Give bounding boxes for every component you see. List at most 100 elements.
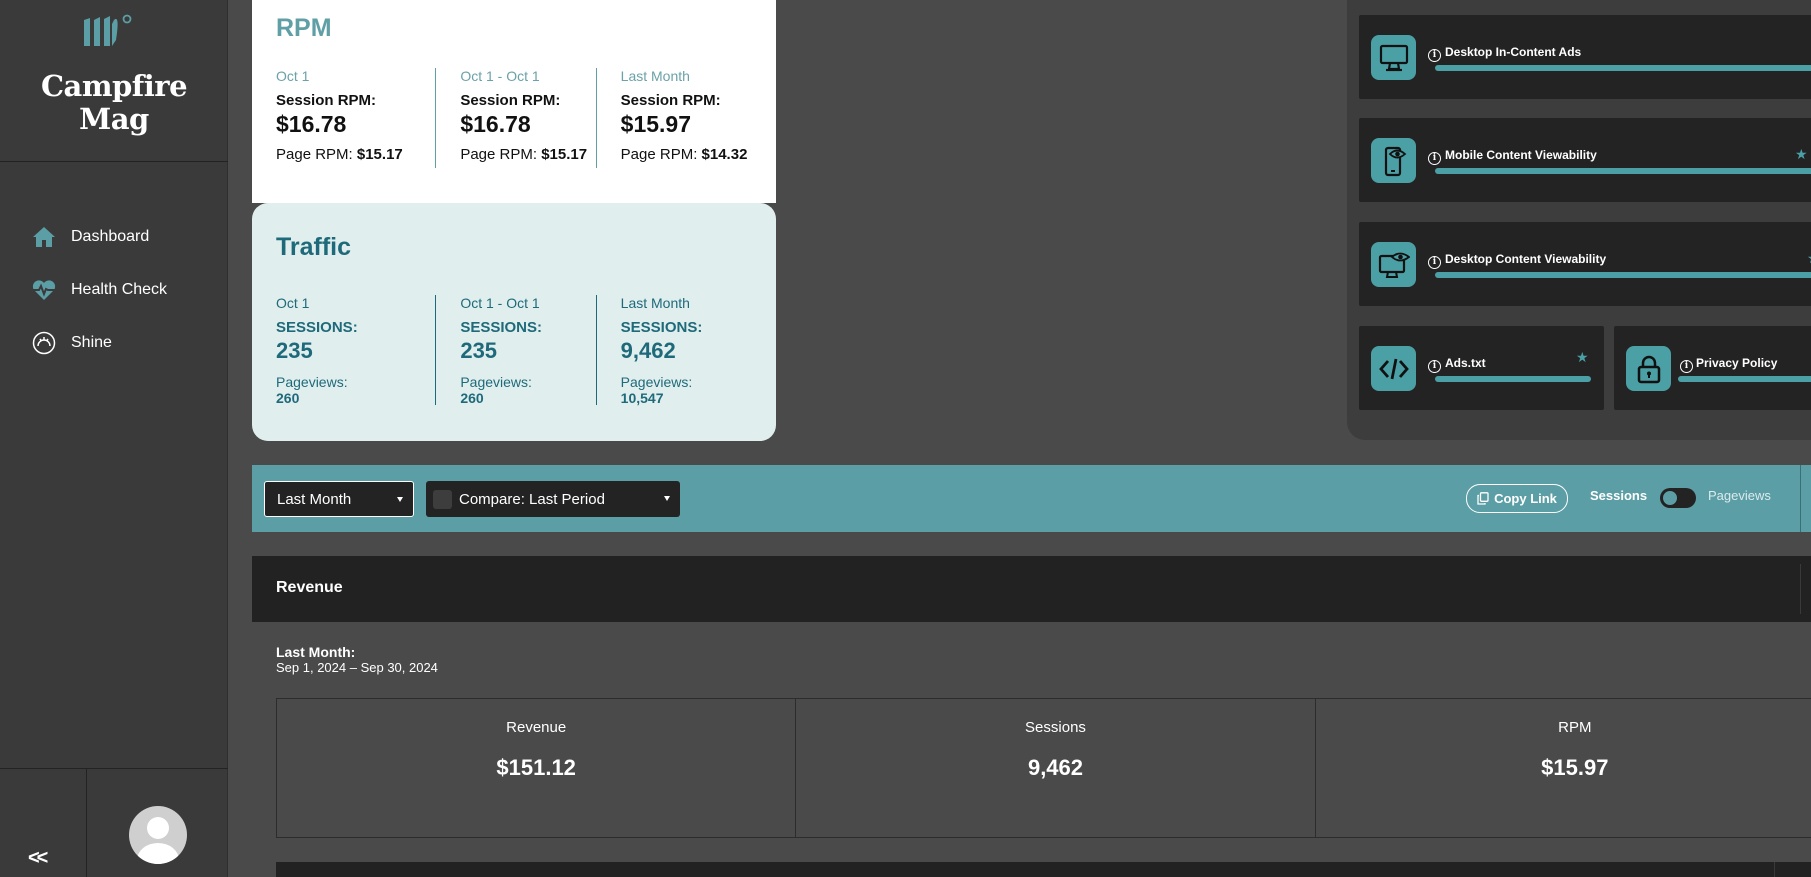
health-item-label: Mobile Content Viewability — [1445, 148, 1597, 162]
health-item-mobile-content-viewability[interactable]: i Mobile Content Viewability ★ — [1359, 118, 1811, 202]
rpm-period: Oct 1 - Oct 1 — [460, 68, 540, 84]
sidebar-footer: << — [0, 768, 228, 877]
rpm-sub: Page RPM: $15.17 — [460, 146, 595, 163]
compare-select[interactable]: Compare: Last Period — [426, 481, 680, 517]
health-progress-bar — [1435, 168, 1811, 174]
traffic-sub-label: Pageviews: — [276, 374, 348, 390]
traffic-period: Last Month — [620, 295, 690, 311]
health-item-label: Ads.txt — [1445, 356, 1486, 370]
traffic-sub-label: Pageviews: — [460, 374, 532, 390]
health-item-label: Desktop In-Content Ads — [1445, 45, 1582, 59]
traffic-columns: Oct 1 SESSIONS: 235 Pageviews: 260 Oct 1… — [276, 295, 756, 406]
lock-icon — [1626, 346, 1671, 391]
sidebar: Campfire Mag Dashboard Health Check Shin… — [0, 0, 228, 877]
traffic-card: Traffic Oct 1 SESSIONS: 235 Pageviews: 2… — [252, 203, 776, 441]
compare-checkbox[interactable] — [433, 489, 452, 509]
rpm-title: RPM — [276, 14, 332, 42]
toggle-label-sessions: Sessions — [1590, 488, 1648, 503]
rpm-column: Oct 1 Session RPM: $16.78 Page RPM: $15.… — [276, 68, 435, 168]
star-icon: ★ — [1795, 146, 1808, 162]
brand-name-line1: Campfire — [40, 69, 188, 103]
sidebar-item-dashboard[interactable]: Dashboard — [0, 210, 228, 263]
health-item-privacy-policy[interactable]: i Privacy Policy — [1614, 326, 1811, 410]
info-icon[interactable]: i — [1428, 360, 1441, 373]
traffic-sub-label: Pageviews: — [620, 374, 693, 390]
user-icon — [137, 817, 179, 864]
traffic-metric-label: SESSIONS: — [460, 319, 543, 336]
rpm-metric-label: Session RPM: — [460, 92, 561, 109]
period-select[interactable]: Last Month — [264, 481, 414, 517]
rpm-sub-value: $15.17 — [356, 146, 403, 163]
compare-select-value: Compare: Last Period — [459, 490, 605, 508]
health-progress-bar — [1435, 376, 1591, 382]
rpm-period: Last Month — [620, 68, 690, 84]
stat-label: RPM — [1558, 719, 1592, 736]
traffic-metric-value: 235 — [460, 338, 498, 363]
info-icon[interactable]: i — [1428, 256, 1441, 269]
rpm-sub-label: Page RPM: — [620, 146, 702, 163]
code-icon — [1371, 346, 1416, 391]
sessions-pageviews-toggle[interactable] — [1660, 488, 1696, 508]
health-progress-bar — [1678, 376, 1811, 382]
traffic-period: Oct 1 — [276, 295, 310, 311]
rpm-metric-value: $15.97 — [620, 111, 692, 137]
star-icon: ★ — [1807, 250, 1811, 267]
stat-label: Sessions — [1025, 719, 1086, 736]
stat-rpm: RPM $15.97 — [1316, 699, 1811, 837]
avatar[interactable] — [129, 806, 187, 864]
sidebar-item-shine[interactable]: Shine — [0, 316, 228, 369]
sidebar-footer-divider — [86, 769, 87, 877]
traffic-column: Oct 1 - Oct 1 SESSIONS: 235 Pageviews: 2… — [435, 295, 595, 406]
brand-name-line2: Mag — [79, 102, 149, 136]
health-item-label: Desktop Content Viewability — [1445, 252, 1607, 266]
rpm-column: Last Month Session RPM: $15.97 Page RPM:… — [595, 68, 756, 168]
stat-value: 9,462 — [1027, 755, 1084, 780]
rpm-metric-value: $16.78 — [460, 111, 531, 137]
info-icon[interactable]: i — [1680, 360, 1693, 373]
toggle-label-pageviews: Pageviews — [1708, 488, 1771, 503]
traffic-sub-value: 260 — [460, 390, 484, 406]
app-page: Campfire Mag Dashboard Health Check Shin… — [0, 0, 1811, 877]
health-item-ads-txt[interactable]: i Ads.txt ★ — [1359, 326, 1604, 410]
sidebar-nav: Dashboard Health Check Shine — [0, 210, 228, 369]
traffic-metric-value: 235 — [276, 338, 313, 363]
rpm-sub-label: Page RPM: — [276, 146, 357, 163]
revenue-period-range: Sep 1, 2024 – Sep 30, 2024 — [276, 660, 438, 675]
health-item-desktop-in-content-ads[interactable]: i Desktop In-Content Ads — [1359, 15, 1811, 99]
shine-icon — [31, 330, 57, 356]
next-section-header — [276, 862, 1811, 877]
period-select-value: Last Month — [277, 490, 352, 508]
stat-sessions: Sessions 9,462 — [796, 699, 1316, 837]
stat-label: Revenue — [506, 719, 567, 736]
stat-revenue: Revenue $151.12 — [277, 699, 797, 837]
traffic-column: Last Month SESSIONS: 9,462 Pageviews: 10… — [595, 295, 756, 406]
star-icon: ★ — [1576, 349, 1589, 365]
rpm-sub: Page RPM: $14.32 — [621, 146, 756, 163]
sidebar-item-health-check[interactable]: Health Check — [0, 263, 228, 316]
info-icon[interactable]: i — [1428, 49, 1441, 62]
heartbeat-icon — [31, 277, 57, 303]
mobile-eye-icon — [1371, 138, 1416, 183]
collapse-sidebar-button[interactable]: << — [28, 847, 48, 870]
info-icon[interactable]: i — [1428, 152, 1441, 165]
health-progress-bar — [1435, 65, 1811, 71]
copy-link-button[interactable]: Copy Link — [1466, 484, 1568, 513]
rpm-sub: Page RPM: $15.17 — [276, 146, 435, 163]
rpm-period: Oct 1 — [276, 68, 310, 84]
brand-logo-icon — [84, 14, 132, 46]
caret-down-icon — [397, 497, 403, 502]
health-item-desktop-content-viewability[interactable]: i Desktop Content Viewability ★ — [1359, 222, 1811, 306]
revenue-stats: Revenue $151.12 Sessions 9,462 RPM $15.9… — [276, 698, 1811, 838]
rpm-sub-value: $15.17 — [541, 146, 588, 163]
traffic-column: Oct 1 SESSIONS: 235 Pageviews: 260 — [276, 295, 435, 406]
rpm-columns: Oct 1 Session RPM: $16.78 Page RPM: $15.… — [276, 68, 756, 168]
rpm-metric-value: $16.78 — [276, 111, 347, 137]
rpm-sub-value: $14.32 — [701, 146, 748, 163]
rpm-column: Oct 1 - Oct 1 Session RPM: $16.78 Page R… — [435, 68, 595, 168]
stat-value: $151.12 — [496, 755, 576, 780]
brand-name: Campfire Mag — [0, 70, 228, 136]
traffic-sub-value: 260 — [276, 390, 300, 406]
caret-down-icon — [664, 496, 670, 501]
filter-toolbar: Last Month Compare: Last Period Copy Lin… — [252, 465, 1811, 532]
toolbar-divider — [1800, 465, 1801, 532]
